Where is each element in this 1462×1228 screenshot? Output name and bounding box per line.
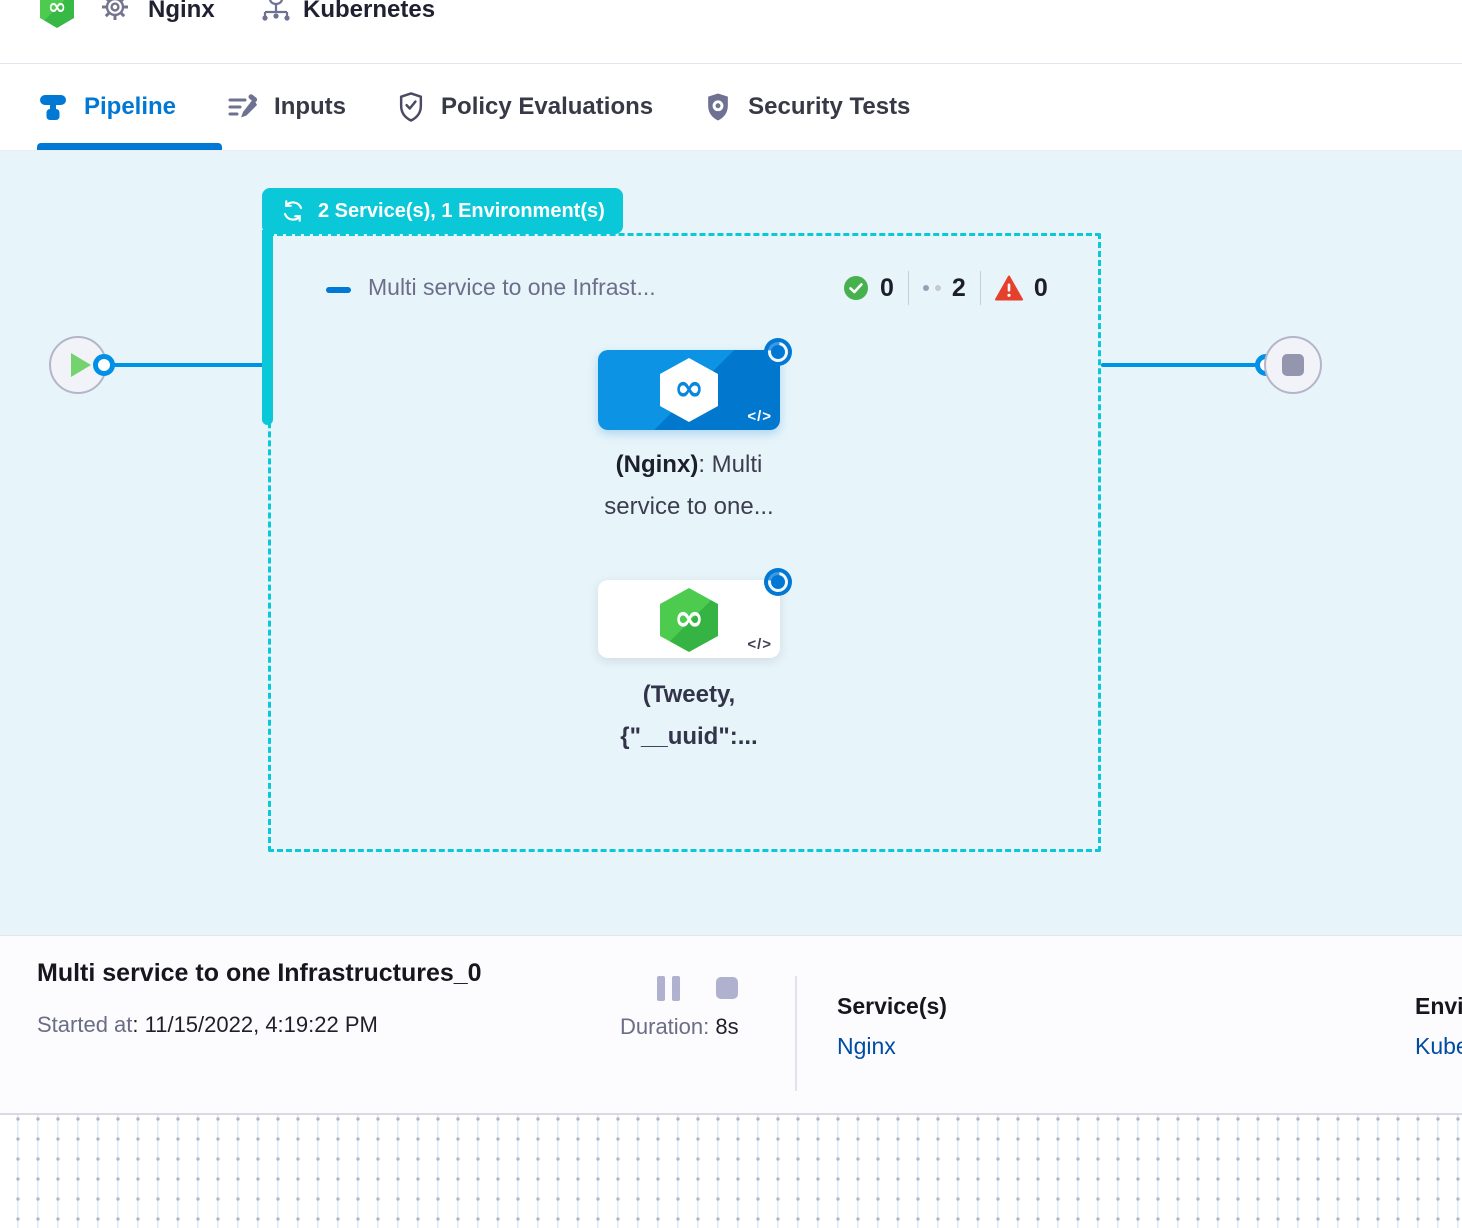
duration-value: 8s (715, 1014, 738, 1039)
node-tweety-label-line2: {"__uuid":... (534, 716, 844, 758)
duration-label: Duration: (620, 1014, 709, 1039)
stage-badge-label: 2 Service(s), 1 Environment(s) (318, 200, 605, 223)
tab-policy-evaluations[interactable]: Policy Evaluations (396, 91, 653, 123)
pipeline-icon (37, 91, 69, 123)
pipeline-canvas: 2 Service(s), 1 Environment(s) Multi ser… (0, 151, 1462, 935)
node-nginx-name-rest: : Multi (698, 451, 762, 478)
success-check-icon (843, 275, 869, 301)
code-icon: </> (747, 636, 772, 653)
tab-inputs-label: Inputs (274, 93, 346, 121)
node-nginx-label-line2: service to one... (534, 486, 844, 528)
collapse-stage-button[interactable] (326, 287, 351, 293)
node-nginx-label: (Nginx): Multi service to one... (534, 444, 844, 528)
pause-button[interactable] (657, 976, 680, 1001)
tab-pipeline-label: Pipeline (84, 93, 176, 121)
services-block: Service(s) Nginx (837, 993, 947, 1060)
pipeline-execution-page: ∞ Nginx (0, 0, 1462, 1228)
environments-label: Environment(s) (1415, 993, 1462, 1020)
environments-link[interactable]: Kubernetes (1415, 1033, 1462, 1060)
services-label: Service(s) (837, 993, 947, 1020)
started-at-label: Started at (37, 1012, 132, 1037)
node-nginx-card[interactable]: ∞ </> (598, 350, 780, 430)
header-service-name: Nginx (148, 0, 215, 24)
execution-summary-bar: Multi service to one Infrastructures_0 S… (0, 935, 1462, 1113)
abort-button[interactable] (716, 977, 738, 999)
node-tweety-card[interactable]: ∞ </> (598, 580, 780, 658)
console-grid-area (0, 1113, 1462, 1228)
started-at: Started at: 11/15/2022, 4:19:22 PM (37, 1012, 378, 1038)
counter-divider (908, 271, 909, 305)
header-environment-name: Kubernetes (303, 0, 435, 24)
tab-policy-label: Policy Evaluations (441, 93, 653, 121)
success-count: 0 (880, 274, 894, 303)
execution-tabbar: Pipeline Inputs (0, 64, 1462, 151)
play-icon (71, 353, 91, 377)
environments-block: Environment(s) Kubernetes (1415, 993, 1462, 1060)
duration: Duration: 8s (620, 1014, 739, 1040)
services-link[interactable]: Nginx (837, 1033, 947, 1060)
kubernetes-environment-icon (260, 0, 292, 26)
tab-security-label: Security Tests (748, 93, 910, 121)
pending-count: 2 (952, 274, 966, 303)
pending-dots-icon (923, 285, 941, 291)
edge-start-to-stage (106, 363, 268, 367)
stage-badge-tail (262, 230, 273, 425)
code-icon: </> (747, 408, 772, 425)
failed-count: 0 (1034, 274, 1048, 303)
edge-stage-to-end (1101, 363, 1265, 367)
stage-step-counters: 0 2 0 (843, 270, 1048, 306)
stage-dashed-boundary (268, 233, 1101, 852)
active-tab-underline (37, 143, 222, 150)
shield-check-icon (396, 91, 426, 123)
running-spinner-badge (764, 568, 792, 596)
node-nginx-name: (Nginx) (616, 451, 699, 478)
running-spinner-badge (764, 338, 792, 366)
stage-title: Multi service to one Infrast... (368, 274, 656, 301)
node-tweety-label-line1: (Tweety, (534, 674, 844, 716)
inputs-icon (226, 91, 259, 124)
gear-icon (98, 0, 132, 24)
loop-refresh-icon (280, 198, 306, 224)
stop-icon (1282, 354, 1304, 376)
end-node (1264, 336, 1322, 394)
execution-header: ∞ Nginx (0, 0, 1462, 64)
execution-title: Multi service to one Infrastructures_0 (37, 959, 482, 988)
tab-inputs[interactable]: Inputs (226, 91, 346, 124)
counter-divider (980, 271, 981, 305)
started-at-value: : 11/15/2022, 4:19:22 PM (132, 1012, 377, 1037)
harness-service-icon: ∞ (660, 358, 718, 422)
footer-divider (795, 976, 797, 1091)
tab-security-tests[interactable]: Security Tests (703, 91, 910, 123)
tab-pipeline[interactable]: Pipeline (37, 91, 176, 123)
stage-matrix-badge[interactable]: 2 Service(s), 1 Environment(s) (262, 188, 623, 234)
node-tweety-label: (Tweety, {"__uuid":... (534, 674, 844, 758)
harness-service-icon-green: ∞ (660, 588, 718, 652)
harness-logo-icon: ∞ (40, 0, 74, 28)
shield-scan-icon (703, 91, 733, 123)
edge-port-start (93, 354, 115, 376)
failed-warning-icon (995, 275, 1023, 301)
